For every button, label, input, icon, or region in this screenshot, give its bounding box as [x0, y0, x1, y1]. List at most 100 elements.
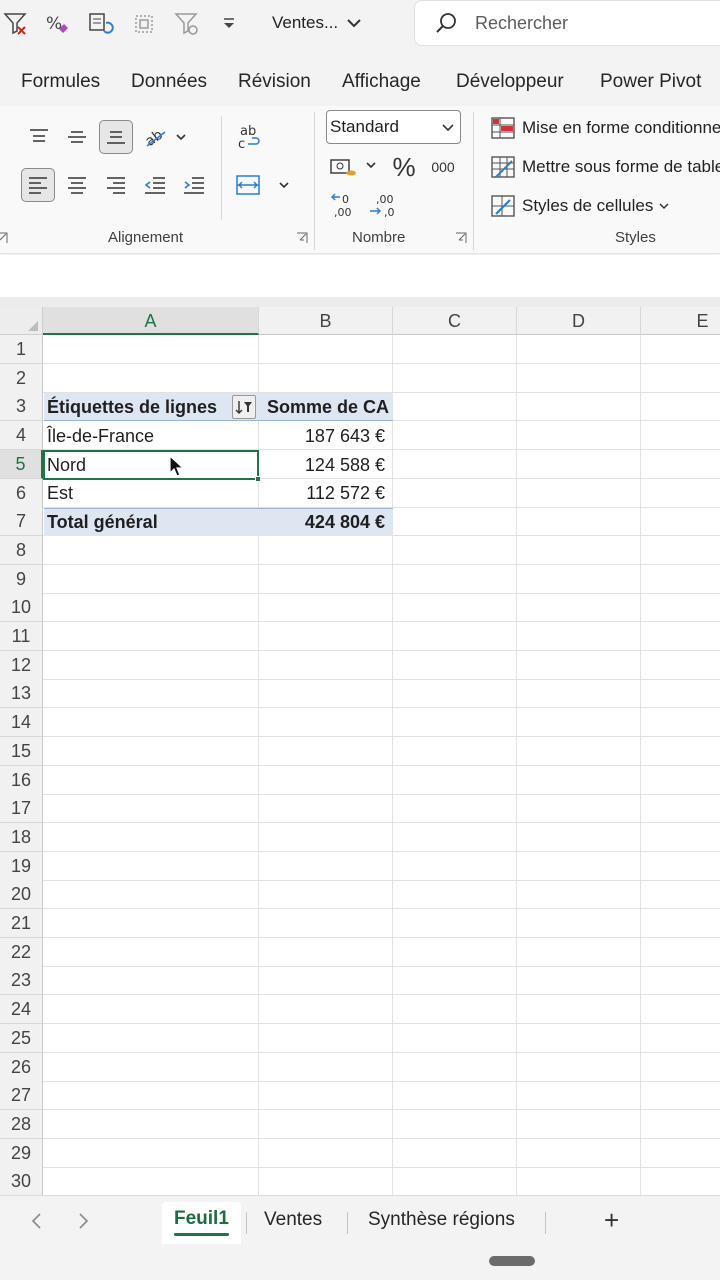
decrease-decimal-icon[interactable]: ,00,0 — [364, 188, 398, 222]
row-header[interactable]: 28 — [0, 1110, 43, 1139]
row-header[interactable]: 14 — [0, 708, 43, 737]
pivot-row-value[interactable]: 187 643 € — [259, 422, 393, 450]
wrap-text-icon[interactable]: ab c — [232, 120, 266, 154]
row-header[interactable]: 2 — [0, 364, 43, 393]
row-header[interactable]: 26 — [0, 1053, 43, 1082]
decrease-indent-icon[interactable] — [138, 168, 172, 202]
add-sheet-button[interactable]: + — [604, 1205, 619, 1236]
refresh-pivot-icon[interactable] — [87, 10, 115, 38]
row-header[interactable]: 15 — [0, 737, 43, 766]
row-header[interactable]: 19 — [0, 852, 43, 881]
accounting-format-icon[interactable] — [326, 150, 380, 184]
row-header[interactable]: 25 — [0, 1024, 43, 1053]
row-header[interactable]: 11 — [0, 622, 43, 651]
home-indicator[interactable] — [489, 1256, 535, 1266]
row-header[interactable]: 5 — [0, 450, 43, 479]
merge-center-icon[interactable] — [232, 168, 294, 202]
align-bottom-icon[interactable] — [99, 120, 133, 154]
row-header[interactable]: 22 — [0, 938, 43, 967]
previous-sheet-icon[interactable] — [30, 1212, 42, 1236]
row-header[interactable]: 13 — [0, 679, 43, 708]
sheet-tab-feuil1[interactable]: Feuil1 — [162, 1202, 241, 1244]
select-object-icon[interactable] — [130, 10, 158, 38]
active-cell-selection[interactable] — [43, 450, 259, 480]
row-header[interactable]: 10 — [0, 593, 43, 622]
fill-handle[interactable] — [255, 476, 261, 482]
gridline — [43, 363, 720, 364]
sheet-tab-ventes[interactable]: Ventes — [264, 1209, 322, 1231]
align-center-icon[interactable] — [60, 168, 94, 202]
tab-revision[interactable]: Révision — [238, 71, 311, 93]
pivot-total-label[interactable]: Total général — [43, 508, 259, 536]
document-title[interactable]: Ventes... — [272, 13, 362, 33]
row-header[interactable]: 1 — [0, 335, 43, 364]
divider — [221, 116, 222, 220]
search-placeholder: Rechercher — [475, 12, 569, 33]
cell-styles-button[interactable]: Styles de cellules — [490, 194, 669, 218]
row-header[interactable]: 30 — [0, 1167, 43, 1195]
orientation-icon[interactable]: ab — [140, 120, 190, 154]
tab-formules[interactable]: Formules — [21, 71, 100, 93]
align-top-icon[interactable] — [22, 120, 56, 154]
align-right-icon[interactable] — [99, 168, 133, 202]
row-header[interactable]: 3 — [0, 392, 43, 421]
tab-donnees[interactable]: Données — [131, 71, 207, 93]
increase-decimal-icon[interactable]: 0,00 — [326, 188, 360, 222]
filter-refresh-icon[interactable] — [173, 10, 201, 38]
group-label-number: Nombre — [352, 229, 406, 246]
tab-power-pivot[interactable]: Power Pivot — [600, 71, 701, 93]
row-header[interactable]: 8 — [0, 536, 43, 565]
row-header[interactable]: 21 — [0, 909, 43, 938]
tab-developpeur[interactable]: Développeur — [456, 71, 564, 93]
tab-affichage[interactable]: Affichage — [342, 71, 421, 93]
row-header[interactable]: 7 — [0, 507, 43, 536]
gridline — [43, 1167, 720, 1168]
gridline — [43, 1109, 720, 1110]
worksheet-grid[interactable]: A B C D E 1 2 3 4 5 6 7 8 9 10 11 12 13 14 15 16 17 18 19 2… — [0, 307, 720, 1195]
clear-filter-icon[interactable] — [2, 10, 30, 38]
conditional-formatting-button[interactable]: Mise en forme conditionnelle — [490, 116, 720, 140]
row-header[interactable]: 6 — [0, 479, 43, 508]
pivot-values-header[interactable]: Somme de CA — [259, 393, 393, 421]
format-as-table-button[interactable]: Mettre sous forme de tableau — [490, 155, 720, 179]
row-header[interactable]: 4 — [0, 421, 43, 450]
number-dialog-launcher-icon[interactable] — [455, 232, 467, 244]
pivot-row-label[interactable]: Est — [43, 479, 259, 507]
pivot-filter-button[interactable] — [232, 395, 256, 419]
customize-qat-icon[interactable] — [215, 10, 243, 38]
column-header-c[interactable]: C — [393, 307, 517, 335]
row-header[interactable]: 20 — [0, 880, 43, 909]
search-box[interactable]: Rechercher — [414, 0, 720, 46]
percent-style-button[interactable]: % — [387, 150, 421, 184]
sheet-tab-synthese-regions[interactable]: Synthèse régions — [368, 1209, 515, 1231]
pivot-row-value[interactable]: 124 588 € — [259, 451, 393, 479]
column-header-d[interactable]: D — [517, 307, 641, 335]
row-header[interactable]: 9 — [0, 565, 43, 594]
row-header[interactable]: 27 — [0, 1081, 43, 1110]
pivot-total-value[interactable]: 424 804 € — [259, 508, 393, 536]
column-header-e[interactable]: E — [641, 307, 720, 335]
next-sheet-icon[interactable] — [78, 1212, 90, 1236]
font-dialog-launcher-icon[interactable] — [0, 232, 8, 244]
percent-eraser-icon[interactable]: % — [44, 10, 72, 38]
alignment-dialog-launcher-icon[interactable] — [296, 232, 308, 244]
row-header[interactable]: 18 — [0, 823, 43, 852]
comma-style-button[interactable]: 000 — [425, 150, 461, 184]
select-all-corner[interactable] — [0, 307, 43, 335]
row-header[interactable]: 12 — [0, 651, 43, 680]
pivot-row-labels-header[interactable]: Étiquettes de lignes — [43, 393, 233, 421]
row-header[interactable]: 23 — [0, 966, 43, 995]
align-middle-icon[interactable] — [60, 120, 94, 154]
gridline — [43, 966, 720, 967]
column-header-b[interactable]: B — [259, 307, 393, 335]
increase-indent-icon[interactable] — [177, 168, 211, 202]
row-header[interactable]: 29 — [0, 1139, 43, 1168]
number-format-select[interactable]: Standard — [326, 110, 461, 144]
row-header[interactable]: 17 — [0, 794, 43, 823]
row-header[interactable]: 16 — [0, 766, 43, 795]
row-header[interactable]: 24 — [0, 995, 43, 1024]
pivot-row-label[interactable]: Île-de-France — [43, 422, 259, 450]
pivot-row-value[interactable]: 112 572 € — [259, 479, 393, 507]
column-header-a[interactable]: A — [43, 307, 259, 335]
align-left-icon[interactable] — [21, 168, 55, 202]
